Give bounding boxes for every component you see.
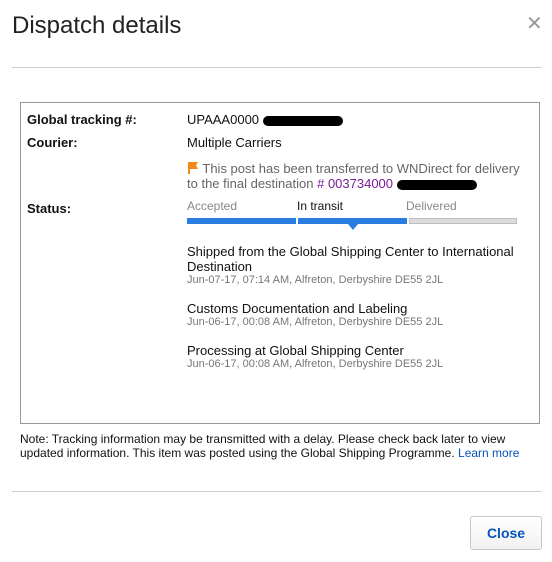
status-progress: Accepted In transit Delivered — [187, 199, 517, 230]
redaction-bar — [262, 115, 343, 126]
header-divider — [12, 67, 542, 68]
dialog-title: Dispatch details — [12, 12, 182, 39]
event-meta: Jun-06-17, 00:08 AM, Alfreton, Derbyshir… — [187, 358, 444, 370]
step-delivered: Delivered — [406, 199, 457, 213]
footer-divider — [12, 491, 542, 492]
list-item: Shipped from the Global Shipping Center … — [187, 244, 527, 287]
progress-segment-delivered — [409, 218, 517, 224]
step-in-transit: In transit — [297, 199, 344, 213]
tracking-number: UPAAA0000 — [187, 112, 343, 127]
courier-value: Multiple Carriers — [187, 135, 282, 150]
note-text: Note: Tracking information may be transm… — [20, 432, 506, 460]
tracking-number-text: UPAAA0000 — [187, 112, 260, 127]
tracking-label: Global tracking #: — [27, 112, 137, 127]
close-button[interactable]: Close — [470, 516, 542, 550]
courier-label: Courier: — [27, 135, 78, 150]
list-item: Processing at Global Shipping Center Jun… — [187, 343, 527, 371]
tracking-panel: Global tracking #: UPAAA0000 Courier: Mu… — [20, 102, 540, 424]
status-label: Status: — [27, 201, 72, 216]
step-accepted: Accepted — [187, 199, 238, 213]
event-title: Processing at Global Shipping Center — [187, 343, 404, 358]
event-title: Customs Documentation and Labeling — [187, 301, 408, 316]
transfer-notice: This post has been transferred to WNDire… — [187, 161, 532, 191]
event-title: Shipped from the Global Shipping Center … — [187, 244, 514, 274]
event-meta: Jun-06-17, 00:08 AM, Alfreton, Derbyshir… — [187, 316, 444, 328]
current-step-pointer-icon — [348, 224, 358, 230]
redaction-bar — [396, 179, 477, 190]
learn-more-link[interactable]: Learn more — [458, 446, 519, 460]
progress-segment-accepted — [187, 218, 296, 224]
notice-reference: # 003734000 — [317, 176, 394, 191]
flag-icon — [188, 162, 198, 174]
list-item: Customs Documentation and Labeling Jun-0… — [187, 301, 527, 329]
event-meta: Jun-07-17, 07:14 AM, Alfreton, Derbyshir… — [187, 274, 444, 286]
tracking-note: Note: Tracking information may be transm… — [20, 432, 540, 460]
close-icon[interactable]: ✕ — [526, 14, 543, 34]
